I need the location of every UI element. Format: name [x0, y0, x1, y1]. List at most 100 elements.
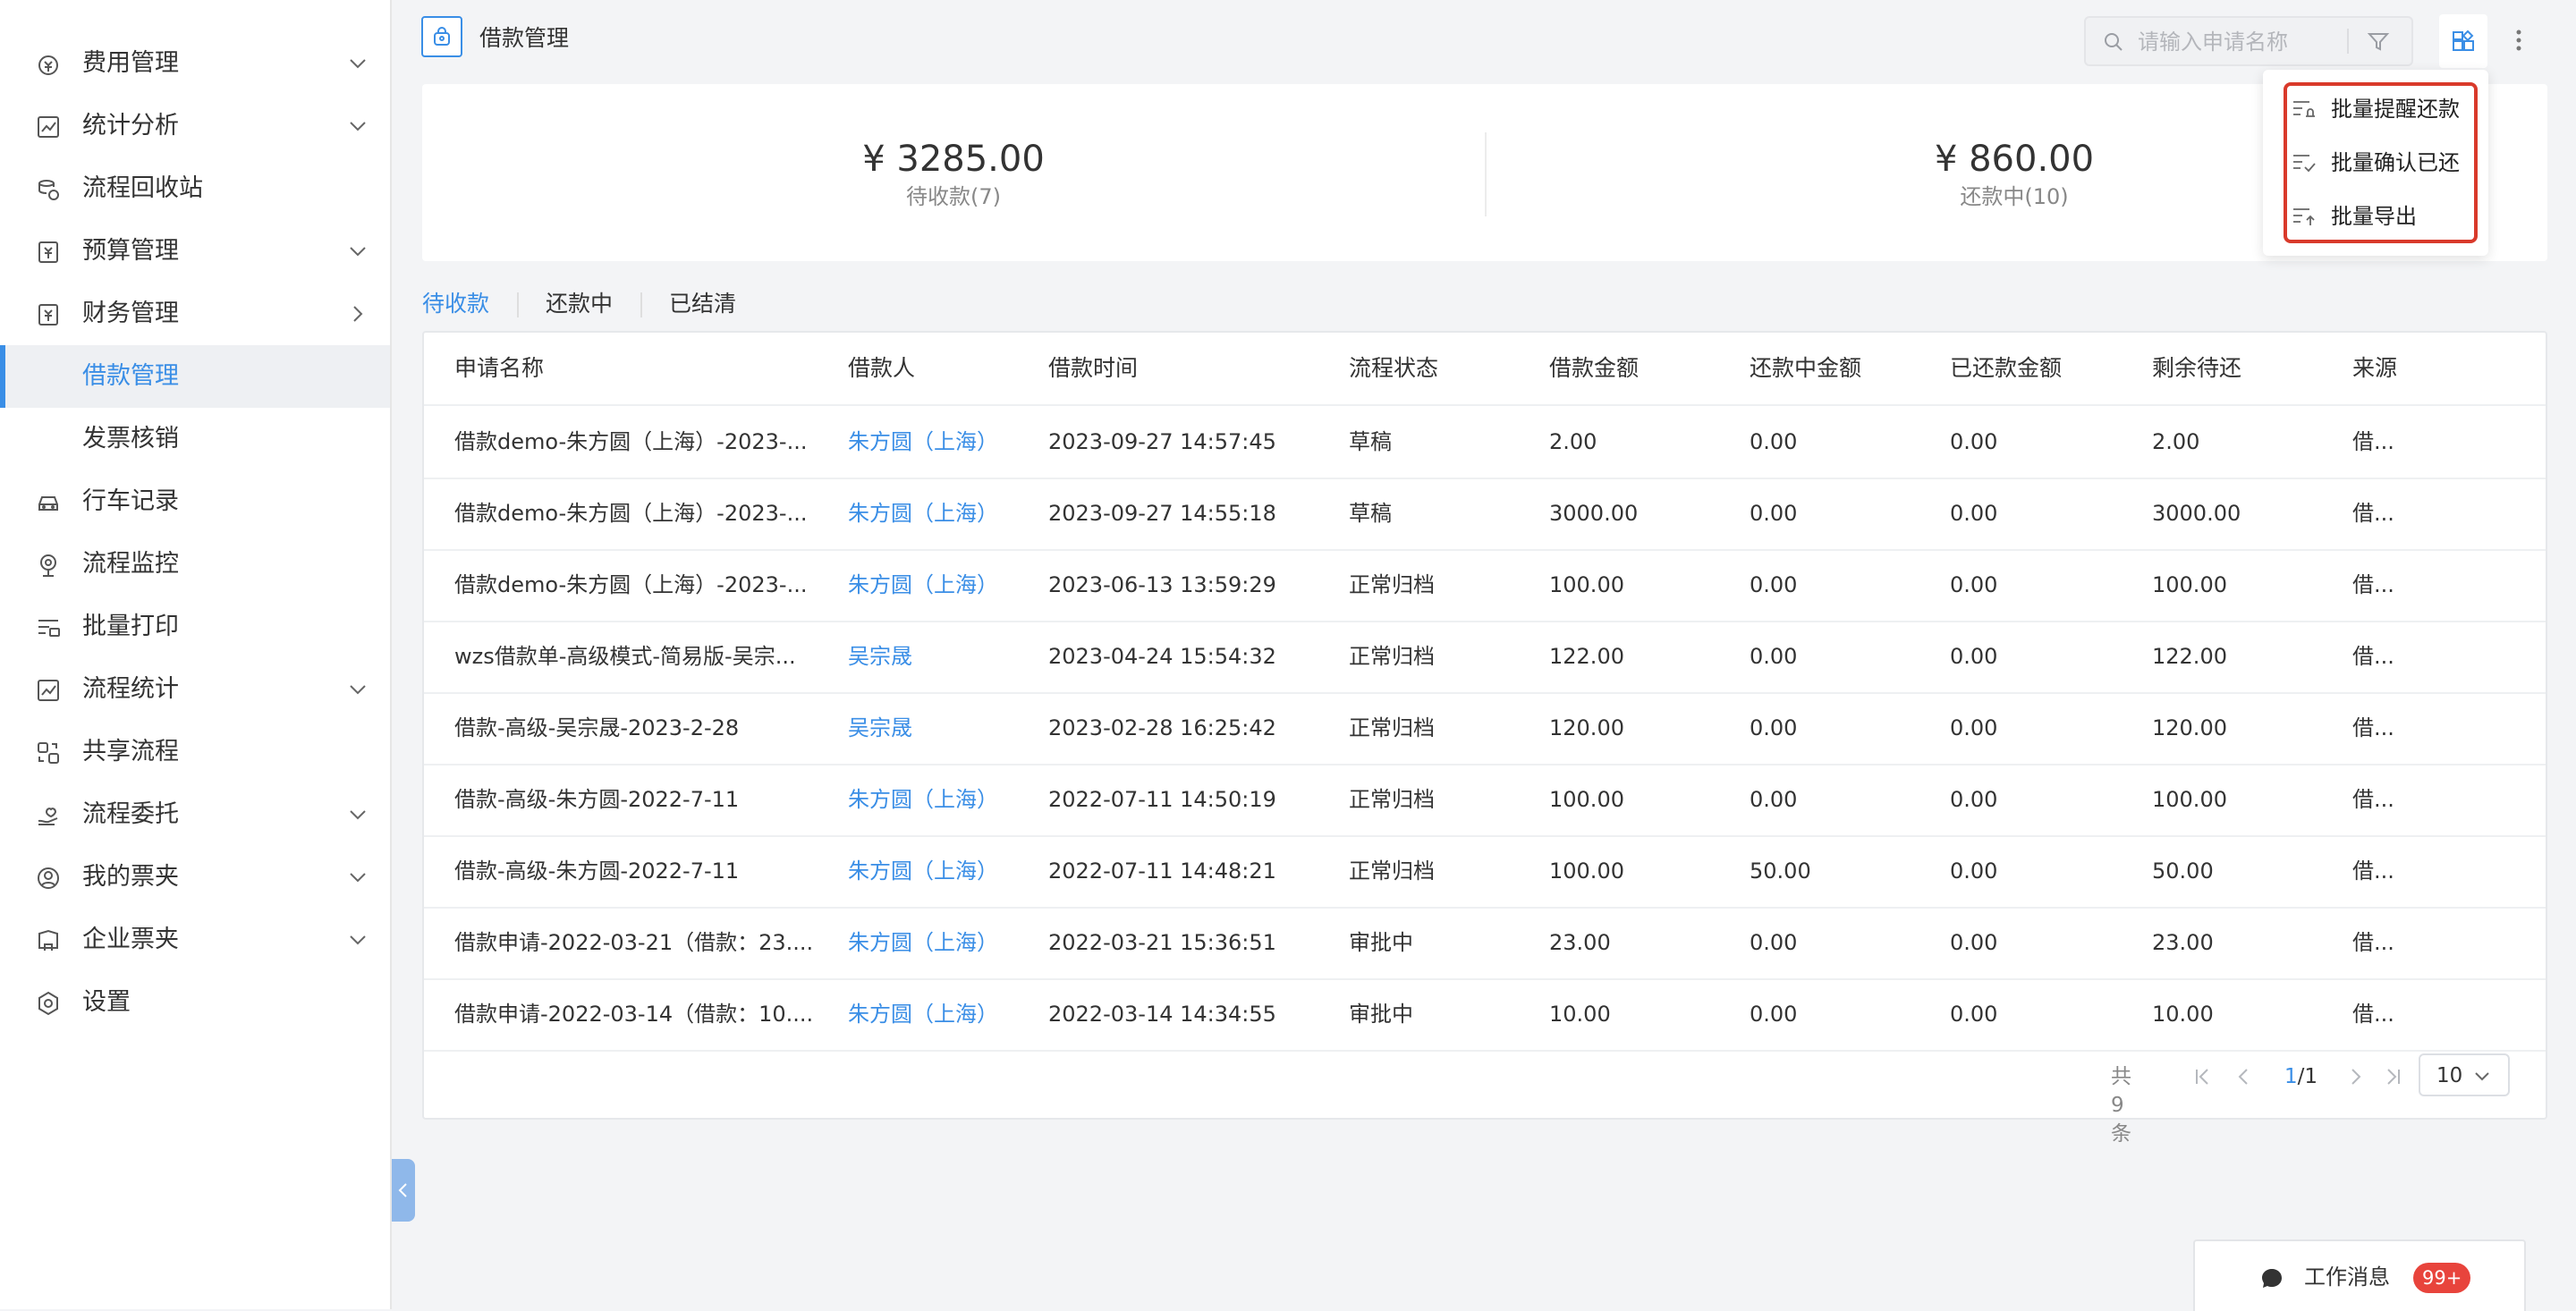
cell-source: 借...	[2352, 1002, 2394, 1027]
sidebar-item-my-tickets[interactable]: 我的票夹	[0, 846, 390, 909]
cell-borrower[interactable]: 朱方圆（上海）	[848, 406, 998, 478]
page-size-select[interactable]: 10	[2419, 1053, 2510, 1096]
cell-process-status: 草稿	[1349, 501, 1392, 526]
total-pages: /1	[2297, 1065, 2318, 1088]
column-header-repaying-amount: 还款中金额	[1750, 355, 1862, 381]
sidebar-item-label: 企业票夹	[82, 926, 179, 953]
cell-loan-time: 2023-09-27 14:57:45	[1048, 429, 1276, 454]
menu-item-batch-export[interactable]: 批量导出	[2292, 199, 2470, 234]
cell-loan-amount: 120.00	[1549, 715, 1624, 740]
menu-item-batch-confirm[interactable]: 批量确认已还	[2292, 145, 2470, 181]
confirm-icon	[2292, 150, 2317, 175]
cell-repaid-amount: 0.00	[1950, 858, 1998, 884]
more-options-button[interactable]	[2510, 23, 2528, 59]
prev-page-icon[interactable]	[2233, 1066, 2254, 1087]
cell-process-status: 审批中	[1349, 1002, 1413, 1027]
sidebar-item-batch-print[interactable]: 批量打印	[0, 596, 390, 658]
cell-loan-time: 2023-06-13 13:59:29	[1048, 572, 1276, 597]
cell-borrower[interactable]: 朱方圆（上海）	[848, 835, 998, 907]
sidebar-item-finance[interactable]: 财务管理	[0, 283, 390, 345]
chevron-down-icon	[347, 867, 369, 888]
cell-remaining: 50.00	[2152, 858, 2214, 884]
share-icon	[36, 740, 61, 765]
work-messages-bar[interactable]: 工作消息 99+	[2193, 1239, 2526, 1311]
cell-repaying-amount: 50.00	[1750, 858, 1811, 884]
export-icon	[2292, 204, 2317, 229]
cell-loan-time: 2023-09-27 14:55:18	[1048, 501, 1276, 526]
cell-borrower[interactable]: 朱方圆（上海）	[848, 478, 998, 549]
cell-repaid-amount: 0.00	[1950, 930, 1998, 955]
sidebar-item-invoice-writeoff[interactable]: 发票核销	[0, 408, 390, 470]
chevron-down-icon	[2472, 1066, 2492, 1086]
cell-source: 借...	[2352, 644, 2394, 669]
column-header-borrower: 借款人	[848, 355, 916, 381]
cell-application-name: 借款-高级-朱方圆-2022-7-11	[454, 787, 740, 812]
cell-loan-amount: 100.00	[1549, 787, 1624, 812]
cell-remaining: 100.00	[2152, 787, 2227, 812]
sidebar-item-settings[interactable]: 设置	[0, 971, 390, 1034]
summary-amount: ¥ 3285.00	[862, 139, 1045, 180]
cell-source: 借...	[2352, 572, 2394, 597]
tab-repaying[interactable]: 还款中	[546, 288, 613, 320]
cell-remaining: 100.00	[2152, 572, 2227, 597]
last-page-icon[interactable]	[2383, 1066, 2404, 1087]
menu-item-batch-remind[interactable]: 批量提醒还款	[2292, 91, 2470, 127]
cell-source: 借...	[2352, 501, 2394, 526]
cell-source: 借...	[2352, 715, 2394, 740]
menu-item-label: 批量提醒还款	[2331, 97, 2460, 122]
cell-repaying-amount: 0.00	[1750, 787, 1798, 812]
sidebar-item-shared-process[interactable]: 共享流程	[0, 721, 390, 783]
first-page-icon[interactable]	[2191, 1066, 2213, 1087]
pagination-total: 共9条	[2111, 1065, 2131, 1146]
sidebar-item-company-tickets[interactable]: 企业票夹	[0, 909, 390, 971]
sidebar-item-label: 发票核销	[82, 425, 179, 453]
sidebar-item-process-delegate[interactable]: 流程委托	[0, 783, 390, 846]
cell-repaid-amount: 0.00	[1950, 787, 1998, 812]
next-page-icon[interactable]	[2345, 1066, 2367, 1087]
remind-icon	[2292, 97, 2317, 122]
search-input[interactable]	[2136, 25, 2336, 59]
sidebar-item-statistics[interactable]: 统计分析	[0, 95, 390, 157]
sidebar-item-process-monitor[interactable]: 流程监控	[0, 533, 390, 596]
layout-toggle-button[interactable]	[2439, 14, 2487, 68]
cell-repaid-amount: 0.00	[1950, 501, 1998, 526]
filter-icon[interactable]	[2367, 30, 2390, 54]
cell-borrower[interactable]: 朱方圆（上海）	[848, 549, 998, 621]
cell-source: 借...	[2352, 429, 2394, 454]
page-title: 借款管理	[479, 25, 570, 51]
cell-application-name: wzs借款单-高级模式-简易版-吴宗...	[454, 644, 796, 669]
sidebar-item-label: 设置	[82, 988, 131, 1016]
cell-process-status: 审批中	[1349, 930, 1413, 955]
tab-pending-receipt[interactable]: 待收款	[422, 288, 489, 320]
sidebar-item-budget[interactable]: 预算管理	[0, 220, 390, 283]
sidebar-item-driving-record[interactable]: 行车记录	[0, 470, 390, 533]
cell-process-status: 正常归档	[1349, 715, 1435, 740]
chevron-down-icon	[347, 679, 369, 700]
cell-repaid-amount: 0.00	[1950, 715, 1998, 740]
chevron-down-icon	[347, 53, 369, 74]
cell-application-name: 借款demo-朱方圆（上海）-2023-...	[454, 501, 808, 526]
expense-icon	[36, 52, 61, 77]
sidebar-item-process-stats[interactable]: 流程统计	[0, 658, 390, 721]
cell-repaid-amount: 0.00	[1950, 1002, 1998, 1027]
cell-application-name: 借款demo-朱方圆（上海）-2023-...	[454, 429, 808, 454]
cell-borrower[interactable]: 朱方圆（上海）	[848, 764, 998, 835]
sidebar-collapse-toggle[interactable]	[392, 1159, 415, 1222]
cell-application-name: 借款申请-2022-03-14（借款：10....	[454, 1002, 814, 1027]
sidebar-item-recycle-bin[interactable]: 流程回收站	[0, 157, 390, 220]
company-ticket-icon	[36, 928, 61, 953]
cell-borrower[interactable]: 吴宗晟	[848, 692, 912, 764]
cell-application-name: 借款-高级-朱方圆-2022-7-11	[454, 858, 740, 884]
cell-process-status: 正常归档	[1349, 858, 1435, 884]
cell-borrower[interactable]: 朱方圆（上海）	[848, 978, 998, 1050]
cell-borrower[interactable]: 朱方圆（上海）	[848, 907, 998, 978]
chart-icon	[36, 114, 61, 140]
tab-settled[interactable]: 已结清	[669, 288, 736, 320]
sidebar-item-loan-management[interactable]: 借款管理	[0, 345, 390, 408]
sidebar-item-label: 流程回收站	[82, 174, 203, 202]
sidebar-item-label: 流程统计	[82, 675, 179, 703]
cell-borrower[interactable]: 吴宗晟	[848, 621, 912, 692]
sidebar-item-expense-management[interactable]: 费用管理	[0, 32, 390, 95]
more-vertical-icon	[2516, 30, 2521, 51]
finance-icon	[36, 302, 61, 327]
